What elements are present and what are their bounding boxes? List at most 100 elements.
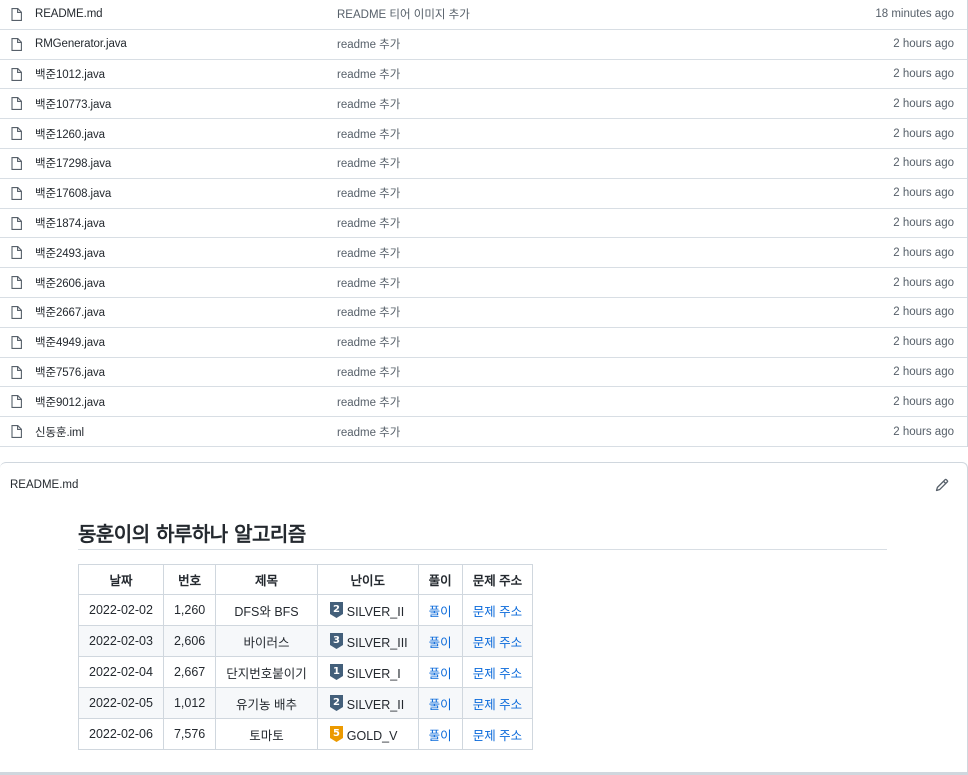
tier-label: GOLD_V [346,728,398,743]
tier-badge-icon: 2 [329,694,343,711]
date-cell: 2022-02-05 [78,687,164,719]
commit-time: 2 hours ago [893,216,954,229]
file-row: 백준1012.java readme 추가 2 hours ago [0,60,967,90]
tier-badge-icon: 5 [329,725,343,742]
file-icon [11,186,22,200]
table-row: 2022-02-04 2,667 단지번호붙이기 1 SILVER_I 풀이 문제 주소 [78,656,534,688]
table-row: 2022-02-02 1,260 DFS와 BFS 2 SILVER_II 풀이 문제 주소 [78,594,534,626]
problem-address-link[interactable]: 문제 주소 [473,698,522,712]
commit-time: 18 minutes ago [875,8,954,21]
file-name-link[interactable]: 백준1260.java [35,126,105,142]
file-name-link[interactable]: 백준17608.java [35,185,111,201]
file-name-link[interactable]: 백준17298.java [35,155,111,171]
file-name-link[interactable]: 백준9012.java [35,394,105,410]
file-icon [11,97,22,111]
date-cell: 2022-02-03 [78,625,164,657]
file-icon [11,365,22,379]
file-row: 백준2493.java readme 추가 2 hours ago [0,238,967,269]
commit-time: 2 hours ago [893,365,954,378]
commit-message-link[interactable]: readme 추가 [337,275,400,291]
tier-badge-icon: 2 [329,601,343,618]
file-icon [11,37,22,51]
solution-link[interactable]: 풀이 [429,636,452,650]
file-name-link[interactable]: 백준2493.java [35,245,105,261]
solution-link[interactable]: 풀이 [429,667,452,681]
solution-link[interactable]: 풀이 [429,605,452,619]
file-name-link[interactable]: 백준7576.java [35,364,105,380]
file-name-link[interactable]: 백준2667.java [35,304,105,320]
commit-message-link[interactable]: readme 추가 [337,96,400,112]
tier-number: 2 [333,697,340,708]
table-header-cell: 날짜 [78,564,164,595]
pencil-icon[interactable] [935,478,949,492]
table-header-cell: 제목 [215,564,318,595]
problem-address-link[interactable]: 문제 주소 [473,636,522,650]
commit-time: 2 hours ago [893,67,954,80]
file-icon [11,246,22,260]
problem-link-cell: 문제 주소 [461,718,534,750]
tier-number: 3 [333,635,340,646]
commit-message-link[interactable]: readme 추가 [337,424,400,440]
solution-cell: 풀이 [417,594,463,626]
problem-title-cell: 바이러스 [215,625,318,657]
commit-message-link[interactable]: readme 추가 [337,245,400,261]
commit-message-link[interactable]: readme 추가 [337,304,400,320]
commit-message-link[interactable]: readme 추가 [337,185,400,201]
file-name-link[interactable]: 백준10773.java [35,96,111,112]
tier-cell: 1 SILVER_I [316,656,419,688]
table-header-row: 날짜 번호 제목 난이도 풀이 문제 주소 [78,564,534,595]
file-name-link[interactable]: RMGenerator.java [35,38,127,50]
solution-link[interactable]: 풀이 [429,698,452,712]
file-name-link[interactable]: README.md [35,8,103,20]
problem-number-cell: 1,012 [162,687,217,719]
commit-time: 2 hours ago [893,276,954,289]
commit-message-link[interactable]: readme 추가 [337,36,400,52]
commit-message-link[interactable]: README 티어 이미지 추가 [337,6,470,22]
file-row: 백준4949.java readme 추가 2 hours ago [0,328,967,358]
commit-message-link[interactable]: readme 추가 [337,394,400,410]
problem-title-cell: 단지번호붙이기 [215,656,318,688]
file-row: RMGenerator.java readme 추가 2 hours ago [0,30,967,60]
commit-time: 2 hours ago [893,336,954,349]
file-row: 백준17298.java readme 추가 2 hours ago [0,149,967,179]
commit-message-link[interactable]: readme 추가 [337,215,400,231]
commit-time: 2 hours ago [893,157,954,170]
problem-address-link[interactable]: 문제 주소 [473,667,522,681]
tier-number: 1 [333,666,340,677]
problem-number-cell: 1,260 [162,594,217,626]
file-name-link[interactable]: 백준2606.java [35,275,105,291]
tier-badge-icon: 3 [329,632,343,649]
file-name-link[interactable]: 백준1874.java [35,215,105,231]
problem-address-link[interactable]: 문제 주소 [473,605,522,619]
commit-time: 2 hours ago [893,306,954,319]
problem-address-link[interactable]: 문제 주소 [473,729,522,743]
commit-message-link[interactable]: readme 추가 [337,66,400,82]
problem-title-cell: 유기농 배추 [215,687,318,719]
file-row: 백준7576.java readme 추가 2 hours ago [0,358,967,388]
file-icon [11,127,22,141]
file-row: 백준17608.java readme 추가 2 hours ago [0,179,967,209]
file-name-link[interactable]: 백준1012.java [35,66,105,82]
solution-cell: 풀이 [417,656,463,688]
file-row: 백준10773.java readme 추가 2 hours ago [0,89,967,120]
problem-title-cell: DFS와 BFS [215,594,318,626]
file-icon [11,335,22,349]
commit-message-link[interactable]: readme 추가 [337,155,400,171]
readme-label[interactable]: README.md [10,479,78,491]
tier-cell: 5 GOLD_V [316,718,419,750]
commit-time: 2 hours ago [893,425,954,438]
commit-message-link[interactable]: readme 추가 [337,334,400,350]
file-name-link[interactable]: 백준4949.java [35,334,105,350]
file-name-link[interactable]: 신동훈.iml [35,424,84,440]
problem-link-cell: 문제 주소 [461,594,534,626]
problem-link-cell: 문제 주소 [461,687,534,719]
commit-message-link[interactable]: readme 추가 [337,364,400,380]
commit-message-link[interactable]: readme 추가 [337,126,400,142]
table-row: 2022-02-03 2,606 바이러스 3 SILVER_III 풀이 문제 주소 [78,625,534,657]
problem-link-cell: 문제 주소 [461,656,534,688]
solution-link[interactable]: 풀이 [429,729,452,743]
date-cell: 2022-02-06 [78,718,164,750]
file-icon [11,425,22,439]
table-row: 2022-02-06 7,576 토마토 5 GOLD_V 풀이 문제 주소 [78,718,534,750]
table-row: 2022-02-05 1,012 유기농 배추 2 SILVER_II 풀이 문제 주소 [78,687,534,719]
